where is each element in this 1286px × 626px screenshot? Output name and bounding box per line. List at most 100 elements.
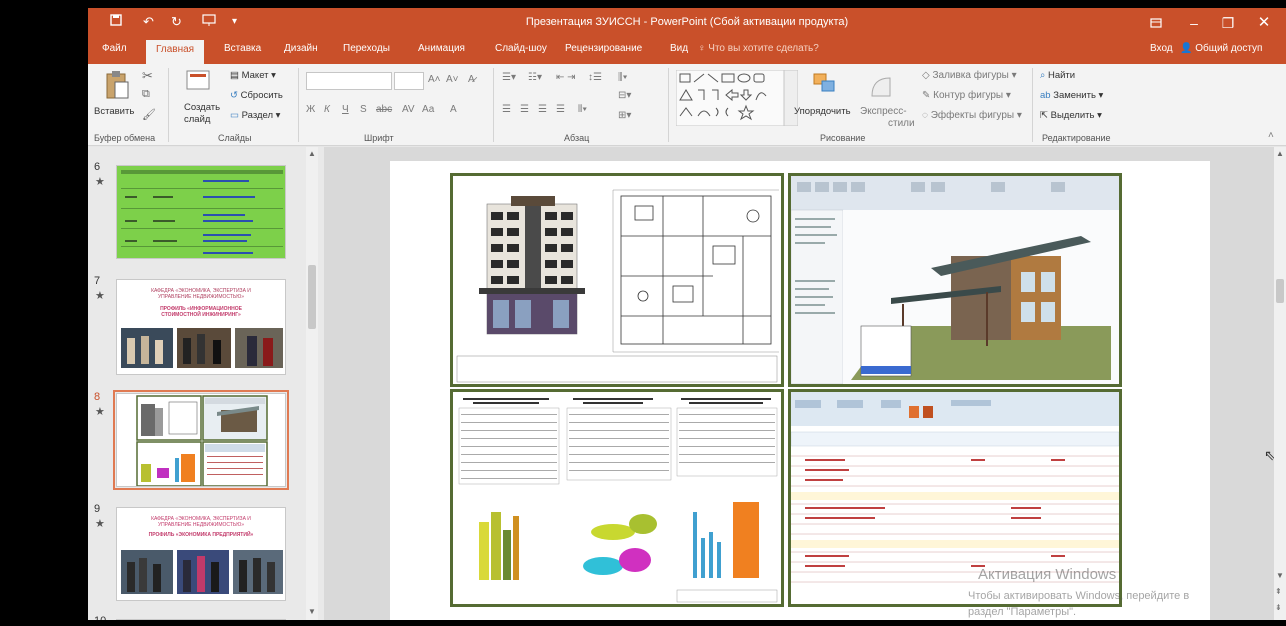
animation-star-icon: ★ — [95, 518, 105, 530]
layout-icon: ▤ — [230, 70, 242, 81]
shrink-font-icon[interactable]: A˅ — [446, 74, 459, 85]
line-spacing-icon[interactable]: ↕☰ — [588, 72, 602, 83]
scrollbar-thumb[interactable] — [308, 265, 316, 329]
bullets-icon[interactable]: ☰▾ — [502, 72, 516, 83]
slide-thumbnail-8[interactable] — [113, 390, 289, 490]
shape-outline-button[interactable]: ✎ Контур фигуры ▾ — [922, 90, 1011, 101]
tab-review[interactable]: Рецензирование — [565, 43, 642, 54]
replace-icon: ab — [1040, 90, 1054, 101]
tab-transitions[interactable]: Переходы — [343, 43, 390, 54]
tell-me-text: Что вы хотите сделать? — [708, 43, 819, 54]
group-divider — [493, 68, 494, 142]
bold-button[interactable]: Ж — [306, 104, 315, 115]
editor-scrollbar[interactable]: ▲ ▼ ⇞ ⇟ — [1274, 147, 1286, 620]
shapes-gallery[interactable] — [675, 69, 799, 131]
shape-effects-label: Эффекты фигуры — [930, 110, 1015, 121]
slide-thumbnail-10[interactable] — [116, 619, 286, 620]
indent-icon[interactable]: ⇤ ⇥ — [556, 72, 576, 83]
italic-button[interactable]: К — [324, 104, 330, 115]
sign-in-link[interactable]: Вход — [1150, 43, 1173, 54]
scroll-up-icon[interactable]: ▲ — [1276, 149, 1284, 158]
replace-label: Заменить — [1053, 90, 1096, 101]
scroll-down-icon[interactable]: ▼ — [1276, 571, 1284, 580]
tab-animation[interactable]: Анимация — [418, 43, 465, 54]
quick-styles-button[interactable]: Экспресс- — [860, 106, 907, 117]
slide-thumbnail-7[interactable]: КАФЕДРА «ЭКОНОМИКА, ЭКСПЕРТИЗА И УПРАВЛЕ… — [116, 279, 286, 375]
shape-effects-button[interactable]: ◌ Эффекты фигуры ▾ — [922, 110, 1022, 121]
window-title: Презентация ЗУИССН - PowerPoint (Сбой ак… — [525, 16, 849, 28]
smartart-icon[interactable]: ⊞▾ — [618, 110, 631, 121]
share-button[interactable]: 👤 Общий доступ — [1180, 43, 1262, 54]
align-text-icon[interactable]: ⊟▾ — [618, 90, 631, 101]
justify-icon[interactable]: ☰ — [556, 104, 565, 115]
tab-design[interactable]: Дизайн — [284, 43, 318, 54]
slide-image-cost-charts[interactable] — [450, 389, 784, 607]
paste-button[interactable]: Вставить — [94, 106, 134, 117]
quick-styles-icon[interactable] — [868, 74, 894, 105]
tab-home[interactable]: Главная — [146, 40, 205, 64]
columns-icon[interactable]: ⫴▾ — [578, 104, 587, 115]
strikethrough-button[interactable]: abc — [376, 104, 392, 115]
person-icon: 👤 — [1180, 43, 1193, 54]
cut-icon[interactable]: ✂ — [142, 68, 153, 84]
slide-image-bim-model[interactable] — [788, 173, 1122, 387]
new-slide-button[interactable]: Создать — [184, 102, 220, 113]
minimize-icon[interactable]: – — [1178, 12, 1210, 34]
replace-button[interactable]: ab Заменить ▾ — [1040, 90, 1103, 101]
font-group-label: Шрифт — [364, 133, 394, 143]
numbering-icon[interactable]: ☷▾ — [528, 72, 542, 83]
tab-slideshow[interactable]: Слайд-шоу — [495, 43, 547, 54]
title-bar: ↶ ↻ ▾ Презентация ЗУИССН - PowerPoint (С… — [88, 8, 1286, 38]
thumb-heading: КАФЕДРА «ЭКОНОМИКА, ЭКСПЕРТИЗА И УПРАВЛЕ… — [151, 288, 251, 300]
arrange-button[interactable]: Упорядочить — [794, 106, 851, 117]
thumbnail-scrollbar[interactable]: ▲ ▼ — [306, 147, 318, 620]
activation-watermark-title: Активация Windows — [978, 566, 1117, 583]
editing-group-label: Редактирование — [1042, 133, 1111, 143]
slide-image-building-drawings[interactable] — [450, 173, 784, 387]
align-center-icon[interactable]: ☰ — [520, 104, 529, 115]
char-spacing-icon[interactable]: AV — [402, 104, 415, 115]
arrange-icon[interactable] — [812, 72, 838, 101]
format-painter-icon[interactable]: 🖌 — [142, 108, 156, 121]
copy-icon[interactable]: ⧉ — [142, 88, 150, 101]
scroll-up-icon[interactable]: ▲ — [308, 149, 316, 158]
new-slide-icon[interactable] — [186, 70, 210, 101]
slide-thumbnail-6[interactable] — [116, 165, 286, 259]
shape-fill-button[interactable]: ◇ Заливка фигуры ▾ — [922, 70, 1017, 81]
next-slide-icon[interactable]: ⇟ — [1275, 603, 1282, 612]
section-button[interactable]: ▭ Раздел ▾ — [230, 110, 280, 121]
previous-slide-icon[interactable]: ⇞ — [1275, 587, 1282, 596]
text-direction-icon[interactable]: ⫼▾ — [618, 72, 627, 83]
clear-format-icon[interactable]: A̷ — [468, 74, 475, 85]
font-family-select[interactable] — [306, 72, 392, 90]
scroll-down-icon[interactable]: ▼ — [308, 607, 316, 616]
layout-label: Макет — [241, 70, 269, 81]
change-case-button[interactable]: Аа — [422, 104, 434, 115]
align-right-icon[interactable]: ☰ — [538, 104, 547, 115]
scrollbar-thumb[interactable] — [1276, 279, 1284, 303]
tab-file[interactable]: Файл — [102, 43, 127, 54]
grow-font-icon[interactable]: A˄ — [428, 74, 441, 85]
shape-fill-label: Заливка фигуры — [932, 70, 1009, 81]
underline-button[interactable]: Ч — [342, 104, 349, 115]
shadow-button[interactable]: S — [360, 104, 367, 115]
tab-view[interactable]: Вид — [670, 43, 688, 54]
align-left-icon[interactable]: ☰ — [502, 104, 511, 115]
close-icon[interactable]: ✕ — [1248, 12, 1280, 34]
slide-thumbnail-9[interactable]: КАФЕДРА «ЭКОНОМИКА, ЭКСПЕРТИЗА И УПРАВЛЕ… — [116, 507, 286, 601]
select-button[interactable]: ⇱ Выделить ▾ — [1040, 110, 1102, 121]
ribbon-display-options-icon[interactable] — [1140, 12, 1172, 34]
find-button[interactable]: ⌕ Найти — [1040, 70, 1075, 81]
tab-insert[interactable]: Вставка — [224, 43, 261, 54]
layout-button[interactable]: ▤ Макет ▾ — [230, 70, 276, 81]
paste-icon[interactable] — [104, 70, 130, 105]
group-divider — [168, 68, 169, 142]
collapse-ribbon-icon[interactable]: ˄ — [1268, 130, 1274, 141]
restore-icon[interactable]: ❐ — [1212, 12, 1244, 34]
reset-button[interactable]: ↺ Сбросить — [230, 90, 283, 101]
tell-me-box[interactable]: ♀ Что вы хотите сделать? — [698, 43, 819, 54]
group-divider — [668, 68, 669, 142]
current-slide[interactable] — [390, 161, 1210, 620]
font-size-select[interactable] — [394, 72, 424, 90]
font-color-icon[interactable]: A — [450, 104, 457, 115]
